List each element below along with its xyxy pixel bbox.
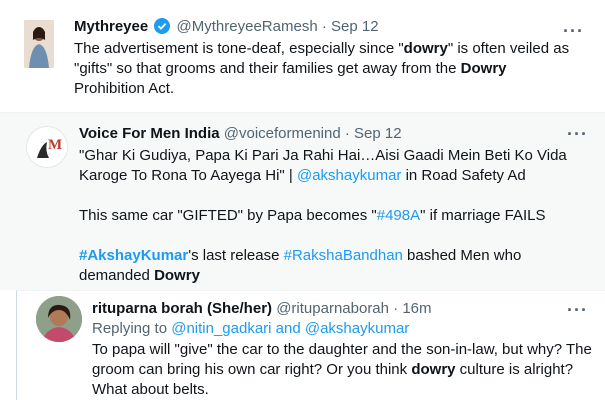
timestamp[interactable]: Sep 12 — [331, 18, 379, 35]
more-options-icon[interactable]: ··· — [567, 125, 588, 143]
svg-text:M: M — [48, 137, 62, 153]
display-name[interactable]: Mythreyee — [74, 18, 148, 35]
avatar-rituparnaborah[interactable] — [36, 296, 82, 342]
separator: · — [321, 18, 327, 35]
tweet-header: Voice For Men India @voiceformenind · Se… — [79, 124, 402, 144]
display-name[interactable]: Voice For Men India — [79, 125, 220, 142]
display-name[interactable]: rituparna borah (She/her) — [92, 300, 272, 317]
avatar-mythreyee[interactable] — [24, 20, 54, 68]
hashtag-link[interactable]: #AkshayKumar — [79, 247, 188, 264]
handle[interactable]: @MythreyeeRamesh — [177, 18, 318, 35]
mention-link[interactable]: @akshaykumar — [297, 167, 401, 184]
tweet-mythreyee[interactable]: Mythreyee @MythreyeeRamesh · Sep 12 ··· … — [0, 0, 605, 112]
verified-badge-icon — [154, 18, 171, 34]
handle[interactable]: @voiceformenind — [224, 125, 341, 142]
tweet-text: The advertisement is tone-deaf, especial… — [74, 40, 570, 97]
tweet-text: To papa will "give" the car to the daugh… — [92, 341, 592, 398]
replying-to-link[interactable]: @nitin_gadkari and @akshaykumar — [171, 320, 409, 337]
tweet-header: Mythreyee @MythreyeeRamesh · Sep 12 — [74, 17, 379, 37]
avatar-voiceformenind[interactable]: M — [26, 126, 68, 168]
separator: · — [393, 300, 399, 317]
hashtag-link[interactable]: #RakshaBandhan — [284, 247, 403, 264]
timestamp[interactable]: 16m — [402, 300, 431, 317]
more-options-icon[interactable]: ··· — [563, 22, 584, 40]
tweet-header: rituparna borah (She/her) @rituparnabora… — [92, 299, 432, 319]
timestamp[interactable]: Sep 12 — [354, 125, 402, 142]
more-options-icon[interactable]: ··· — [567, 301, 588, 319]
hashtag-link[interactable]: #498A — [377, 207, 420, 224]
handle[interactable]: @rituparnaborah — [276, 300, 389, 317]
tweet-text: "Ghar Ki Gudiya, Papa Ki Pari Ja Rahi Ha… — [79, 147, 567, 284]
reply-context: Replying to @nitin_gadkari and @akshayku… — [92, 320, 410, 337]
separator: · — [344, 125, 350, 142]
